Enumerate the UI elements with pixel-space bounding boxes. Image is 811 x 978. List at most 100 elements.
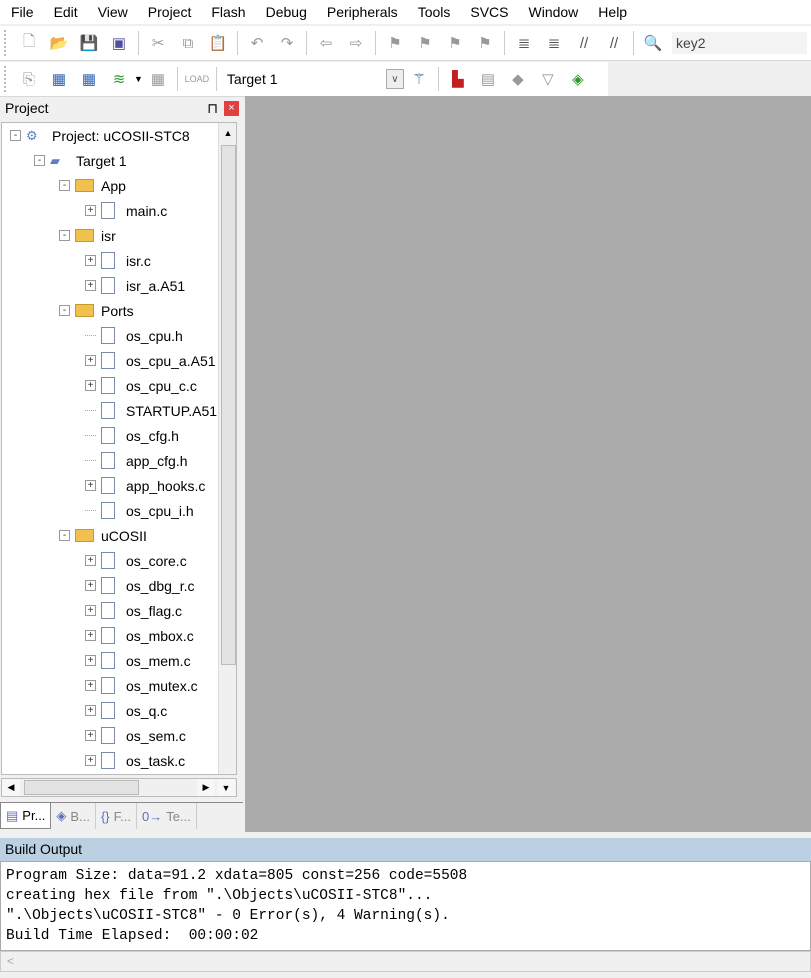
collapse-icon[interactable]: - — [34, 155, 45, 166]
bookmark-icon[interactable]: ⚑ — [384, 32, 406, 54]
tree-item-project[interactable]: - ⚙ Project: uCOSII-STC8 — [10, 123, 190, 148]
tree-item-file[interactable]: + os_mbox.c — [85, 623, 194, 648]
tree-item-file[interactable]: + main.c — [85, 198, 167, 223]
find-in-files-icon[interactable]: 🔍 — [642, 32, 664, 54]
tree-item-file[interactable]: + os_dbg_r.c — [85, 573, 195, 598]
comment-icon[interactable]: // — [573, 32, 595, 54]
undo-icon[interactable]: ↶ — [246, 32, 268, 54]
bookmark-clear-icon[interactable]: ⚑ — [474, 32, 496, 54]
tree-item-file[interactable]: + os_q.c — [85, 698, 167, 723]
bookmark-prev-icon[interactable]: ⚑ — [414, 32, 436, 54]
tree-item-folder[interactable]: - Ports — [59, 298, 134, 323]
tree-item-file[interactable]: + os_cpu_c.c — [85, 373, 197, 398]
navigate-back-icon[interactable]: ⇦ — [315, 32, 337, 54]
panel-tab[interactable]: ◈ B... — [51, 803, 96, 829]
uncomment-icon[interactable]: // — [603, 32, 625, 54]
paste-icon[interactable]: 📋 — [207, 32, 229, 54]
collapse-icon[interactable]: - — [59, 230, 70, 241]
tree-item-file[interactable]: os_cpu.h — [85, 323, 183, 348]
tree-item-file[interactable]: + os_mutex.c — [85, 673, 198, 698]
software-packs-icon[interactable]: ◈ — [567, 68, 589, 90]
tree-item-file[interactable]: + os_core.c — [85, 548, 187, 573]
expand-icon[interactable]: + — [85, 255, 96, 266]
select-packs-icon[interactable]: ▤ — [477, 68, 499, 90]
tree-item-file[interactable]: + os_mem.c — [85, 648, 191, 673]
expand-icon[interactable]: + — [85, 630, 96, 641]
toolbar-grip[interactable] — [4, 30, 8, 56]
expand-icon[interactable]: + — [85, 680, 96, 691]
expand-icon[interactable]: + — [85, 355, 96, 366]
unindent-icon[interactable]: ≣ — [543, 32, 565, 54]
collapse-icon[interactable]: - — [59, 530, 70, 541]
build-icon[interactable]: ▦ — [48, 68, 70, 90]
menu-window[interactable]: Window — [518, 4, 588, 20]
tree-item-file[interactable]: os_cfg.h — [85, 423, 179, 448]
chevron-down-icon[interactable]: ∨ — [385, 69, 404, 89]
indent-icon[interactable]: ≣ — [513, 32, 535, 54]
menu-help[interactable]: Help — [587, 4, 636, 20]
navigate-forward-icon[interactable]: ⇨ — [345, 32, 367, 54]
tree-item-file[interactable]: STARTUP.A51 — [85, 398, 217, 423]
menu-debug[interactable]: Debug — [255, 4, 316, 20]
scroll-thumb[interactable] — [24, 780, 139, 795]
tree-item-file[interactable]: os_cpu_i.h — [85, 498, 194, 523]
batch-build-icon[interactable]: ≋ — [108, 68, 130, 90]
build-output-scrollbar[interactable]: < — [0, 951, 811, 972]
tree-item-folder[interactable]: - App — [59, 173, 126, 198]
expand-icon[interactable]: + — [85, 730, 96, 741]
tree-item-file[interactable]: + isr.c — [85, 248, 151, 273]
collapse-icon[interactable]: - — [59, 180, 70, 191]
save-all-icon[interactable]: ▣ — [108, 32, 130, 54]
expand-icon[interactable]: + — [85, 580, 96, 591]
rebuild-icon[interactable]: ▦ — [78, 68, 100, 90]
download-load-icon[interactable]: LOAD — [185, 68, 210, 90]
toolbar-grip[interactable] — [4, 66, 8, 92]
collapse-icon[interactable]: - — [10, 130, 21, 141]
new-file-icon[interactable]: 🗋 — [18, 32, 40, 54]
expand-icon[interactable]: + — [85, 480, 96, 491]
redo-icon[interactable]: ↷ — [276, 32, 298, 54]
tree-item-folder[interactable]: - uCOSII — [59, 523, 147, 548]
pack-installer-icon[interactable]: ▽ — [537, 68, 559, 90]
tree-item-file[interactable]: + os_task.c — [85, 748, 185, 773]
vertical-scrollbar[interactable]: ▲ — [218, 123, 236, 774]
scroll-left-icon[interactable]: ◀ — [2, 779, 20, 796]
expand-icon[interactable]: + — [85, 205, 96, 216]
menu-edit[interactable]: Edit — [43, 4, 87, 20]
translate-icon[interactable]: ⎘ — [18, 68, 40, 90]
panel-tab[interactable]: 0→ Te... — [137, 803, 197, 829]
horizontal-scrollbar[interactable]: ◀ ▶ ▼ — [1, 778, 237, 797]
menu-flash[interactable]: Flash — [200, 4, 254, 20]
open-folder-icon[interactable]: 📂 — [48, 32, 70, 54]
menu-view[interactable]: View — [87, 4, 137, 20]
expand-icon[interactable]: + — [85, 605, 96, 616]
tree-item-target[interactable]: - ▰ Target 1 — [34, 148, 127, 173]
expand-icon[interactable]: + — [85, 655, 96, 666]
target-options-wand-icon[interactable]: ⚚ — [408, 68, 430, 90]
manage-project-items-icon[interactable]: ▙ — [447, 68, 469, 90]
close-icon[interactable]: × — [224, 100, 239, 116]
tree-item-file[interactable]: + os_flag.c — [85, 598, 182, 623]
menu-svcs[interactable]: SVCS — [459, 4, 517, 20]
manage-rte-icon[interactable]: ◆ — [507, 68, 529, 90]
expand-icon[interactable]: + — [85, 705, 96, 716]
tree-item-folder[interactable]: - isr — [59, 223, 116, 248]
menu-project[interactable]: Project — [137, 4, 201, 20]
tree-item-file[interactable]: app_cfg.h — [85, 448, 188, 473]
target-select[interactable]: Target 1 ∨ — [221, 67, 404, 91]
tree-item-file[interactable]: + os_cpu_a.A51 — [85, 348, 216, 373]
tree-item-file[interactable]: + app_hooks.c — [85, 473, 205, 498]
stop-build-icon[interactable]: ▦ — [147, 68, 169, 90]
scroll-up-icon[interactable]: ▲ — [219, 123, 236, 142]
menu-tools[interactable]: Tools — [407, 4, 460, 20]
tree-item-file[interactable]: + os_sem.c — [85, 723, 186, 748]
menu-file[interactable]: File — [0, 4, 43, 20]
save-icon[interactable]: 💾 — [78, 32, 100, 54]
tree-item-file[interactable]: + isr_a.A51 — [85, 273, 185, 298]
expand-icon[interactable]: + — [85, 280, 96, 291]
find-input[interactable]: key2 — [672, 32, 807, 54]
expand-icon[interactable]: + — [85, 380, 96, 391]
scroll-thumb[interactable] — [221, 145, 236, 665]
bookmark-next-icon[interactable]: ⚑ — [444, 32, 466, 54]
menu-peripherals[interactable]: Peripherals — [316, 4, 407, 20]
